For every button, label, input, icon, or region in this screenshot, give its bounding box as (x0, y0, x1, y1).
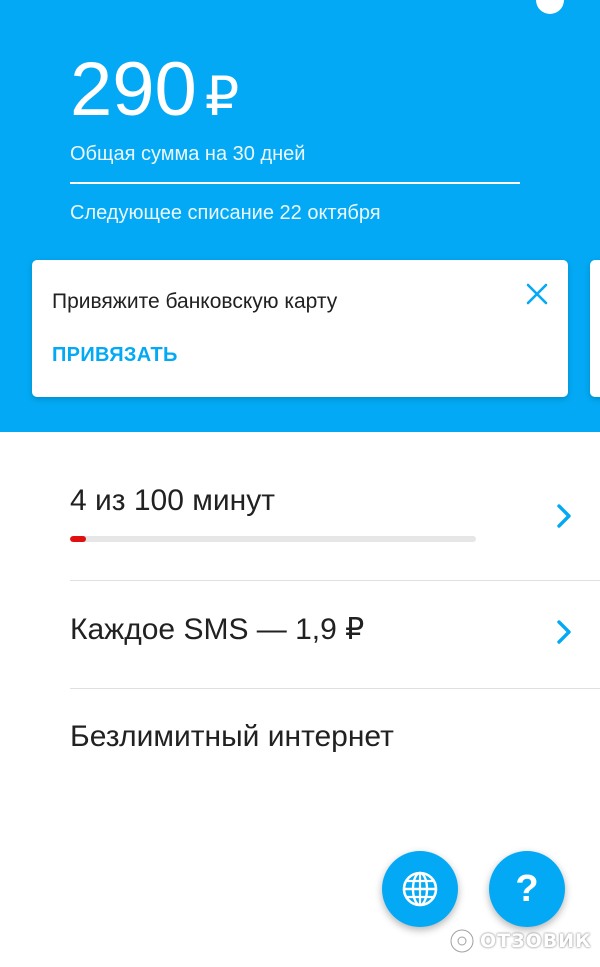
watermark-text: ОТЗОВИК (480, 930, 592, 952)
internet-label: Безлимитный интернет (70, 720, 394, 753)
next-card-peek[interactable] (590, 260, 600, 397)
period-label: Общая сумма на 30 дней (70, 143, 306, 165)
balance-amount: 290 ₽ (70, 42, 239, 145)
close-icon (526, 283, 548, 305)
chevron-right-icon (557, 504, 571, 528)
watermark-logo-icon (449, 928, 475, 954)
help-fab[interactable]: ? (489, 851, 565, 927)
minutes-row[interactable]: 4 из 100 минут (70, 484, 580, 554)
internet-row[interactable]: Безлимитный интернет (70, 720, 580, 764)
minutes-progress-fill (70, 536, 87, 542)
help-icon: ? (515, 868, 539, 910)
bind-card-text: Привяжите банковскую карту (52, 290, 338, 313)
row-divider (70, 580, 600, 581)
row-divider (70, 688, 600, 689)
bind-card-button[interactable]: ПРИВЯЗАТЬ (52, 344, 178, 367)
sms-label: Каждое SMS — 1,9 ₽ (70, 613, 365, 646)
minutes-label: 4 из 100 минут (70, 484, 275, 517)
watermark: ОТЗОВИК (448, 924, 592, 958)
internet-fab[interactable] (382, 851, 458, 927)
balance-header: 290 ₽ Общая сумма на 30 дней Следующее сп… (0, 0, 600, 432)
currency-symbol: ₽ (204, 67, 240, 127)
close-prompt-button[interactable] (520, 277, 554, 311)
next-charge-label: Следующее списание 22 октября (70, 202, 381, 224)
sms-chevron[interactable] (552, 616, 576, 648)
bind-card-prompt: Привяжите банковскую карту ПРИВЯЗАТЬ (32, 260, 568, 397)
balance-amount-value: 290 (70, 47, 197, 132)
sms-row[interactable]: Каждое SMS — 1,9 ₽ (70, 612, 580, 656)
top-fab-edge[interactable] (536, 0, 564, 14)
chevron-right-icon (557, 620, 571, 644)
minutes-progress-bar (70, 536, 476, 542)
header-divider (70, 182, 520, 184)
minutes-chevron[interactable] (552, 500, 576, 532)
globe-icon (402, 871, 438, 907)
